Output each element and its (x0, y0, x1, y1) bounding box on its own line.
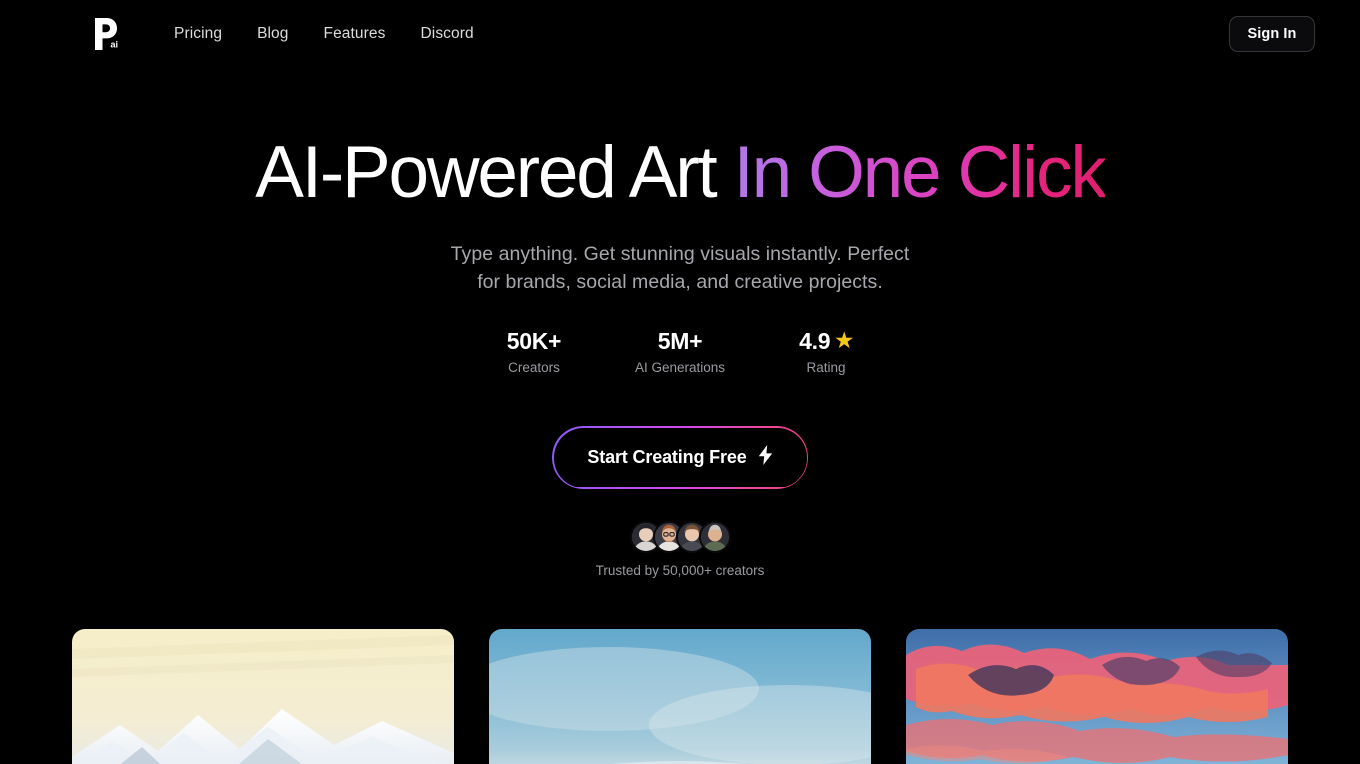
stat-creators-label: Creators (508, 360, 560, 375)
cta-label: Start Creating Free (587, 446, 747, 467)
stat-rating-label: Rating (806, 360, 846, 375)
stat-ai-generations-value: 5M+ (657, 328, 703, 354)
nav-link-pricing[interactable]: Pricing (174, 24, 222, 44)
avatar-stack (0, 521, 1360, 553)
headline-gradient-text: In One Click (733, 132, 1107, 213)
star-icon: ★ (835, 330, 853, 352)
hero-subtitle-line-1: Type anything. Get stunning visuals inst… (450, 243, 910, 265)
nav-links: Pricing Blog Features Discord (174, 24, 474, 44)
hero-subtitle-line-2: for brands, social media, and creative p… (477, 271, 883, 293)
cta-container: Start Creating Free (0, 427, 1360, 487)
top-navigation-bar: ai Pricing Blog Features Discord Sign In (0, 0, 1360, 68)
avatar-4 (698, 521, 731, 553)
nav-link-discord[interactable]: Discord (420, 24, 473, 44)
stat-rating-value-wrap: 4.9 ★ (789, 326, 863, 356)
nav-link-blog[interactable]: Blog (257, 24, 288, 44)
sign-in-button[interactable]: Sign In (1229, 16, 1315, 52)
hero-subtitle: Type anything. Get stunning visuals inst… (0, 240, 1360, 296)
svg-text:ai: ai (111, 40, 119, 50)
stat-ai-generations: 5M+ AI Generations (635, 326, 725, 378)
headline-plain-text: AI-Powered Art (255, 132, 734, 213)
stat-creators: 50K+ Creators (497, 326, 571, 378)
avatar-row (629, 521, 731, 553)
start-creating-free-button[interactable]: Start Creating Free (553, 427, 807, 487)
lightning-bolt-icon (758, 444, 773, 470)
page-title: AI-Powered Art In One Click (0, 132, 1360, 214)
gallery-card-misty-peaks[interactable] (489, 629, 871, 764)
trusted-by-text: Trusted by 50,000+ creators (595, 563, 765, 578)
stat-creators-value: 50K+ (506, 328, 562, 354)
nav-link-features[interactable]: Features (324, 24, 386, 44)
p-ai-logo-icon[interactable]: ai (92, 16, 122, 52)
stat-ai-generations-label: AI Generations (634, 360, 726, 375)
stats-row: 50K+ Creators 5M+ AI Generations 4.9 ★ R… (0, 326, 1360, 378)
stat-rating: 4.9 ★ Rating (789, 326, 863, 378)
gallery-row (0, 629, 1360, 764)
stat-rating-value: 4.9 (799, 328, 831, 354)
gallery-card-sunset-clouds[interactable] (906, 629, 1288, 764)
gallery-card-snowy-mountains[interactable] (72, 629, 454, 764)
